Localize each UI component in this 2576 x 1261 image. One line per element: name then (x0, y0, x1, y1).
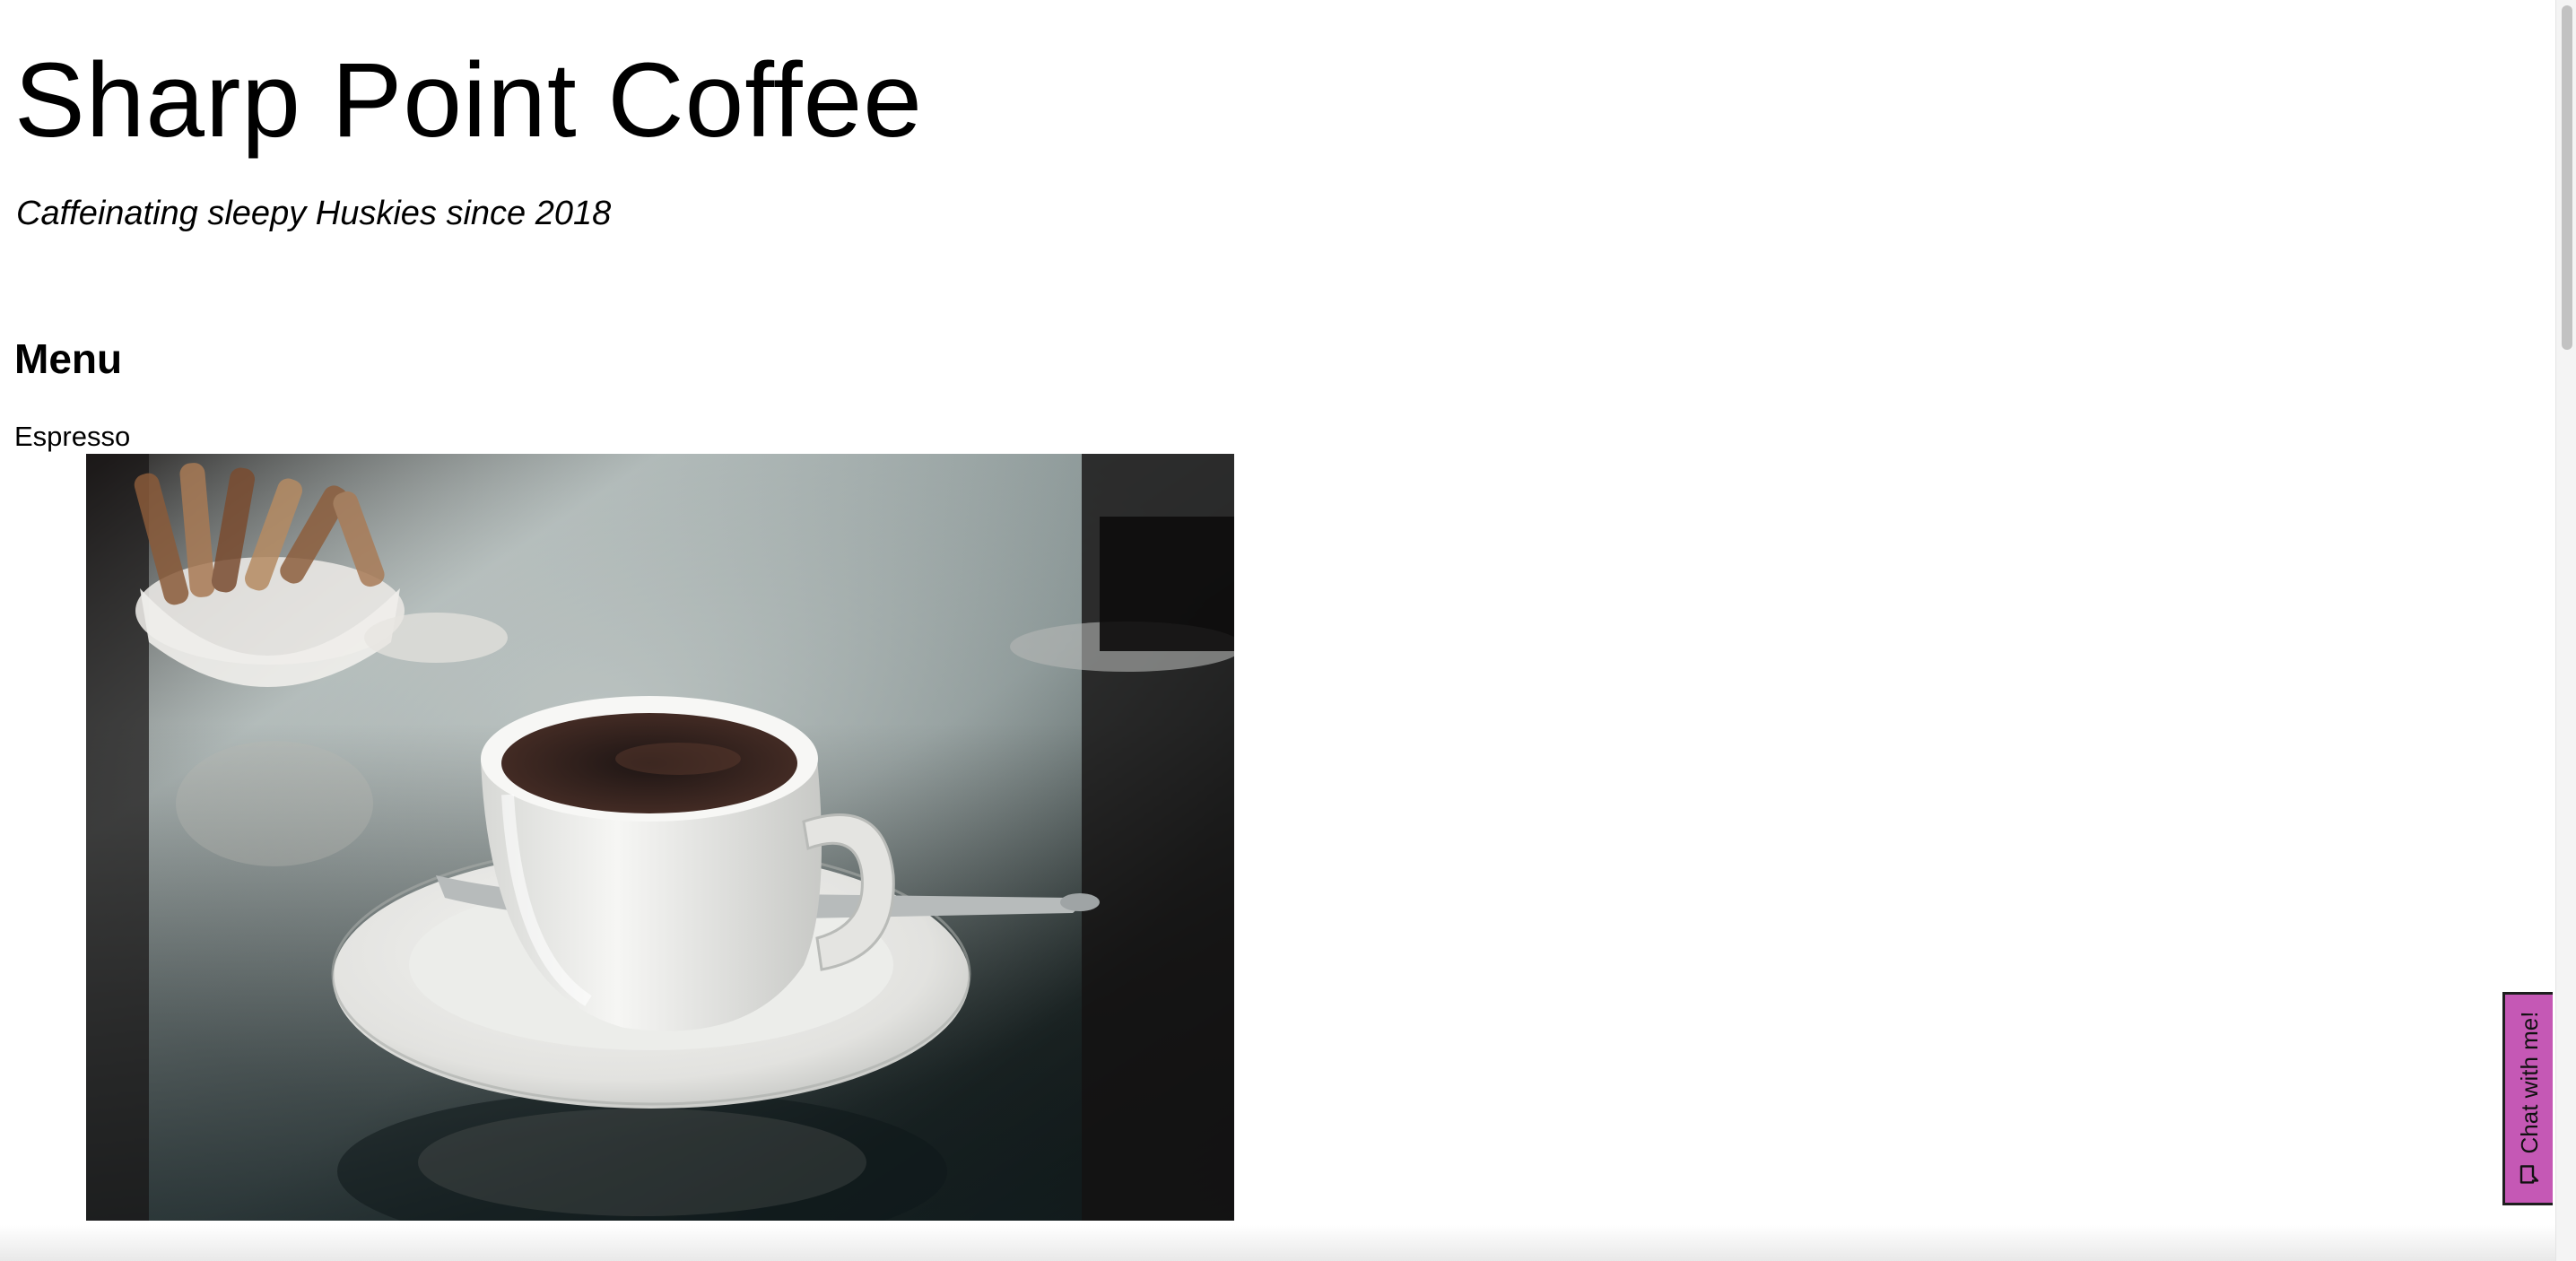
site-tagline: Caffeinating sleepy Huskies since 2018 (16, 195, 612, 232)
menu-item-name: Espresso (14, 421, 131, 452)
espresso-photo (86, 454, 1234, 1221)
chat-bubble-icon (2519, 1165, 2538, 1184)
site-title: Sharp Point Coffee (14, 41, 923, 160)
menu-heading: Menu (14, 335, 123, 382)
chat-widget-button[interactable]: Chat with me! (2502, 992, 2553, 1205)
vertical-scrollbar[interactable] (2555, 0, 2576, 1261)
scrollbar-thumb[interactable] (2562, 5, 2572, 350)
page: Sharp Point Coffee Caffeinating sleepy H… (0, 0, 2576, 1261)
chat-widget-label: Chat with me! (2515, 1011, 2543, 1154)
bottom-fade (0, 1225, 2558, 1261)
chat-widget-content: Chat with me! (2516, 1012, 2543, 1187)
